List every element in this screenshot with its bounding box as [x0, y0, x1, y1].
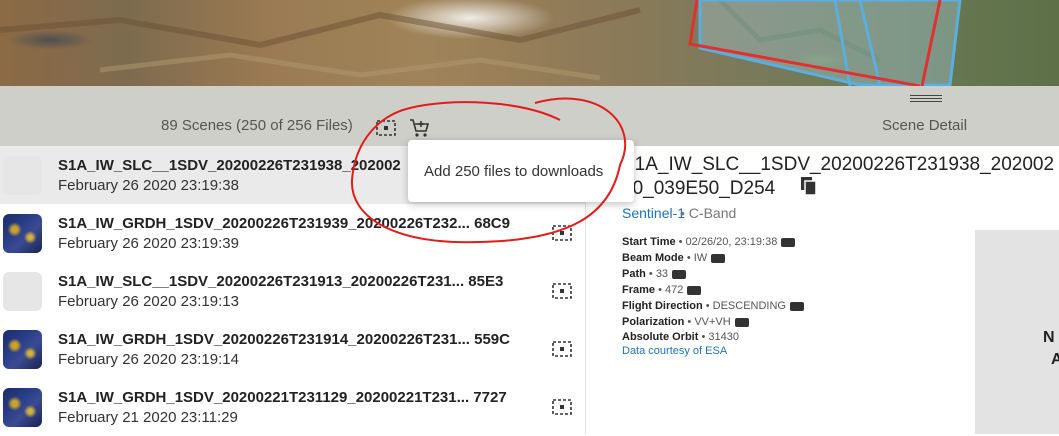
zoom-to-footprint-icon[interactable]	[551, 281, 573, 301]
scene-name: S1A_IW_GRDH_1SDV_20200226T231914_2020022…	[58, 331, 510, 348]
scene-date: February 21 2020 23:11:29	[58, 409, 238, 426]
property-polarization: Polarization • VV+VH	[622, 315, 749, 328]
scene-name: S1A_IW_SLC__1SDV_20200226T231938_202002	[58, 157, 401, 174]
panel-resize-handle[interactable]	[910, 95, 942, 103]
scene-name: S1A_IW_SLC__1SDV_20200226T231913_2020022…	[58, 273, 504, 290]
scene-row[interactable]: S1A_IW_SLC__1SDV_20200226T231913_2020022…	[0, 262, 585, 320]
copy-tag-icon[interactable]	[789, 299, 804, 311]
scene-name: S1A_IW_GRDH_1SDV_20200221T231129_2020022…	[58, 389, 507, 406]
property-beam-mode: Beam Mode • IW	[622, 251, 726, 264]
property-frame: Frame • 472	[622, 283, 702, 296]
platform-link[interactable]: Sentinel-1	[622, 205, 685, 221]
scene-thumbnail	[3, 388, 42, 427]
scene-count-label: 89 Scenes (250 of 256 Files)	[161, 117, 353, 134]
property-absolute-orbit: Absolute Orbit • 31430	[622, 331, 739, 343]
copy-tag-icon[interactable]	[687, 283, 702, 295]
scene-footprint-blue[interactable]	[698, 0, 962, 86]
scene-date: February 26 2020 23:19:13	[58, 293, 239, 310]
zoom-to-footprint-icon[interactable]	[551, 339, 573, 359]
scene-thumbnail	[3, 156, 42, 195]
copy-icon[interactable]	[800, 176, 818, 196]
copy-tag-icon[interactable]	[672, 267, 687, 279]
band-label: • C-Band	[680, 205, 737, 221]
scene-detail-title-cont: 30_039E50_D254	[622, 178, 776, 199]
preview-placeholder-text: N A	[1043, 329, 1059, 368]
scene-name: S1A_IW_GRDH_1SDV_20200226T231939_2020022…	[58, 215, 510, 232]
map-view[interactable]	[0, 0, 1059, 86]
scene-row[interactable]: S1A_IW_GRDH_1SDV_20200226T231939_2020022…	[0, 204, 585, 262]
copy-tag-icon[interactable]	[734, 315, 749, 327]
copy-tag-icon[interactable]	[781, 235, 796, 247]
scene-detail-heading: Scene Detail	[882, 117, 968, 134]
add-to-downloads-tooltip: Add 250 files to downloads	[408, 140, 634, 202]
zoom-to-footprint-icon[interactable]	[551, 223, 573, 243]
scene-date: February 26 2020 23:19:14	[58, 351, 239, 368]
scene-row[interactable]: S1A_IW_GRDH_1SDV_20200221T231129_2020022…	[0, 378, 585, 436]
property-path: Path • 33	[622, 267, 687, 280]
scene-date: February 26 2020 23:19:39	[58, 235, 239, 252]
property-flight-direction: Flight Direction • DESCENDING	[622, 299, 804, 312]
add-to-cart-icon[interactable]	[408, 118, 430, 138]
property-start-time: Start Time • 02/26/20, 23:19:38	[622, 235, 796, 248]
copy-tag-icon[interactable]	[711, 251, 726, 263]
scene-detail-panel: S1A_IW_SLC__1SDV_20200226T231938_202002 …	[586, 146, 1059, 434]
scene-detail-title: S1A_IW_SLC__1SDV_20200226T231938_202002	[622, 154, 1055, 175]
scene-thumbnail	[3, 330, 42, 369]
scene-date: February 26 2020 23:19:38	[58, 177, 239, 194]
results-header	[0, 86, 1059, 146]
data-courtesy-link[interactable]: Data courtesy of ESA	[622, 345, 727, 357]
zoom-to-footprint-icon[interactable]	[551, 397, 573, 417]
tooltip-text: Add 250 files to downloads	[424, 163, 604, 180]
scene-thumbnail	[3, 272, 42, 311]
scene-thumbnail	[3, 214, 42, 253]
scene-row[interactable]: S1A_IW_GRDH_1SDV_20200226T231914_2020022…	[0, 320, 585, 378]
footprint-icon[interactable]	[375, 118, 397, 138]
